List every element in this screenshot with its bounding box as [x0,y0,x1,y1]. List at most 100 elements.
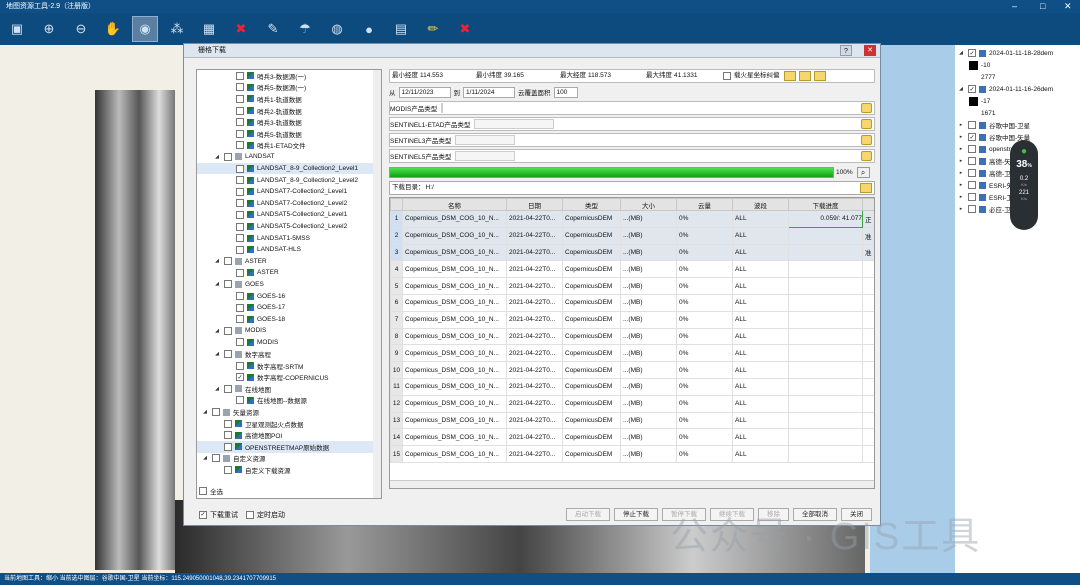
max-lat-value[interactable]: 41.1331 [674,71,720,81]
tree-checkbox[interactable] [224,465,232,474]
retry-checkbox[interactable]: ✓ [199,510,207,519]
download-dir-value[interactable]: H:/ [426,183,861,193]
tree-item[interactable]: 数字高程-SRTM [197,360,381,372]
tree-item[interactable]: 在线地图--数据源 [197,395,381,407]
tree-checkbox[interactable] [236,106,244,115]
tree-checkbox[interactable] [212,454,220,463]
start-download-button[interactable]: 启动下载 [566,508,610,521]
tree-item[interactable]: 哨兵5-数据源(一) [197,82,381,94]
select-all-checkbox[interactable] [199,487,207,495]
expand-arrow-icon[interactable]: ◢ [957,86,965,92]
table-row[interactable]: 15 Copernicus_DSM_COG_10_N... 2021-04-22T0… [390,445,874,463]
tree-checkbox[interactable] [236,141,244,150]
tree-checkbox[interactable] [224,152,232,161]
pencil-icon[interactable]: ✏ [420,16,446,42]
layer-checkbox[interactable] [968,169,976,177]
timer-checkbox[interactable] [246,510,254,519]
tree-checkbox[interactable] [236,187,244,196]
collapse-arrow-icon[interactable]: ◢ [213,154,221,160]
tree-checkbox[interactable] [236,83,244,92]
tree-checkbox[interactable] [236,234,244,243]
tree-checkbox[interactable] [224,431,232,440]
expand-arrow-icon[interactable]: ▸ [957,182,965,188]
fire-correction-checkbox[interactable] [723,72,731,80]
tree-checkbox[interactable]: ✓ [236,373,244,382]
layer-checkbox[interactable] [968,205,976,213]
tree-checkbox[interactable] [236,315,244,324]
layer-checkbox[interactable]: ✓ [968,49,976,57]
column-header[interactable]: 波段 [732,198,789,211]
tree-item[interactable]: OPENSTREETMAP原始数据 [197,441,381,453]
tree-item[interactable]: ◢ 在线地图 [197,383,381,395]
clear-icon[interactable]: ✖ [452,16,478,42]
folder-open-icon[interactable] [783,71,796,81]
column-header[interactable]: 日期 [506,198,563,211]
minimize-icon[interactable]: – [1012,0,1017,12]
column-header[interactable]: 下载进度 [788,198,863,211]
tree-item[interactable]: 自定义下载资源 [197,464,381,476]
tree-checkbox[interactable] [224,350,232,359]
tree-checkbox[interactable] [224,384,232,393]
collapse-arrow-icon[interactable]: ◢ [213,351,221,357]
tree-item[interactable]: LANDSAT_8-9_Collection2_Level2 [197,174,381,186]
column-header[interactable]: 云量 [676,198,733,211]
product-type-select[interactable] [474,119,555,129]
table-row[interactable]: 10 Copernicus_DSM_COG_10_N... 2021-04-22T0… [390,361,874,379]
product-type-button[interactable] [861,135,872,145]
layer-checkbox[interactable] [968,181,976,189]
product-type-select[interactable] [455,135,516,145]
search-icon[interactable]: ⌕ [856,166,870,178]
book-icon[interactable]: ▤ [388,16,414,42]
product-type-button[interactable] [861,103,872,113]
horizontal-scrollbar[interactable] [390,480,874,488]
browse-folder-icon[interactable] [860,183,872,193]
select-all[interactable]: 全选 [196,486,223,496]
tree-item[interactable]: ◢ 自定义资源 [197,453,381,465]
tree-item[interactable]: ASTER [197,267,381,279]
checker-icon[interactable]: ▦ [196,16,222,42]
table-row[interactable]: 8 Copernicus_DSM_COG_10_N... 2021-04-22T0.… [390,327,874,346]
layer-checkbox[interactable] [968,193,976,201]
table-row[interactable]: 3 Copernicus_DSM_COG_10_N... 2021-04-22T0.… [390,243,874,262]
layer-item[interactable]: -17 [955,95,1080,107]
min-lon-value[interactable]: 114.553 [420,71,476,81]
tree-checkbox[interactable] [224,280,232,289]
table-row[interactable]: 11 Copernicus_DSM_COG_10_N... 2021-04-22T0… [390,377,874,396]
tree-item[interactable]: ✓ 数字高程-COPERNICUS [197,371,381,383]
tree-checkbox[interactable] [236,71,244,80]
collapse-arrow-icon[interactable]: ◢ [213,258,221,264]
tree-checkbox[interactable] [212,408,220,417]
tree-checkbox[interactable] [236,94,244,103]
tree-checkbox[interactable] [236,303,244,312]
tree-item[interactable]: 哨兵1-ETAD文件 [197,140,381,152]
collapse-arrow-icon[interactable]: ◢ [201,409,209,415]
tree-checkbox[interactable] [236,245,244,254]
tree-checkbox[interactable] [224,326,232,335]
expand-arrow-icon[interactable]: ▸ [957,194,965,200]
layer-item[interactable]: 1671 [955,107,1080,119]
tree-item[interactable]: LANDSAT-HLS [197,244,381,256]
tree-item[interactable]: GOES-18 [197,313,381,325]
layer-checkbox[interactable] [968,121,976,129]
layer-item[interactable]: -10 [955,59,1080,71]
grid-select-icon[interactable]: ⁂ [164,16,190,42]
expand-arrow-icon[interactable]: ◢ [957,50,965,56]
tree-item[interactable]: GOES-16 [197,290,381,302]
layer-item[interactable]: 2777 [955,71,1080,83]
collapse-arrow-icon[interactable]: ◢ [201,455,209,461]
locate-icon[interactable]: ◉ [132,16,158,42]
tree-item[interactable]: 高德地图POI [197,429,381,441]
tree-checkbox[interactable] [224,442,232,451]
tree-item[interactable]: 哨兵2-轨道数据 [197,105,381,117]
tree-checkbox[interactable] [236,164,244,173]
table-row[interactable]: 14 Copernicus_DSM_COG_10_N... 2021-04-22T0… [390,428,874,447]
tree-item[interactable]: ◢ 矢量资源 [197,406,381,418]
stop-download-button[interactable]: 停止下载 [614,508,658,521]
date-to-input[interactable]: 1/11/2024 [463,86,515,98]
satellite-icon[interactable]: ☂ [292,16,318,42]
max-lon-value[interactable]: 118.573 [588,71,646,81]
table-row[interactable]: 1 Copernicus_DSM_COG_10_N... 2021-04-22T0.… [390,210,874,228]
product-type-button[interactable] [861,119,872,129]
user-icon[interactable]: ● [356,16,382,42]
tree-item[interactable]: MODIS [197,337,381,349]
